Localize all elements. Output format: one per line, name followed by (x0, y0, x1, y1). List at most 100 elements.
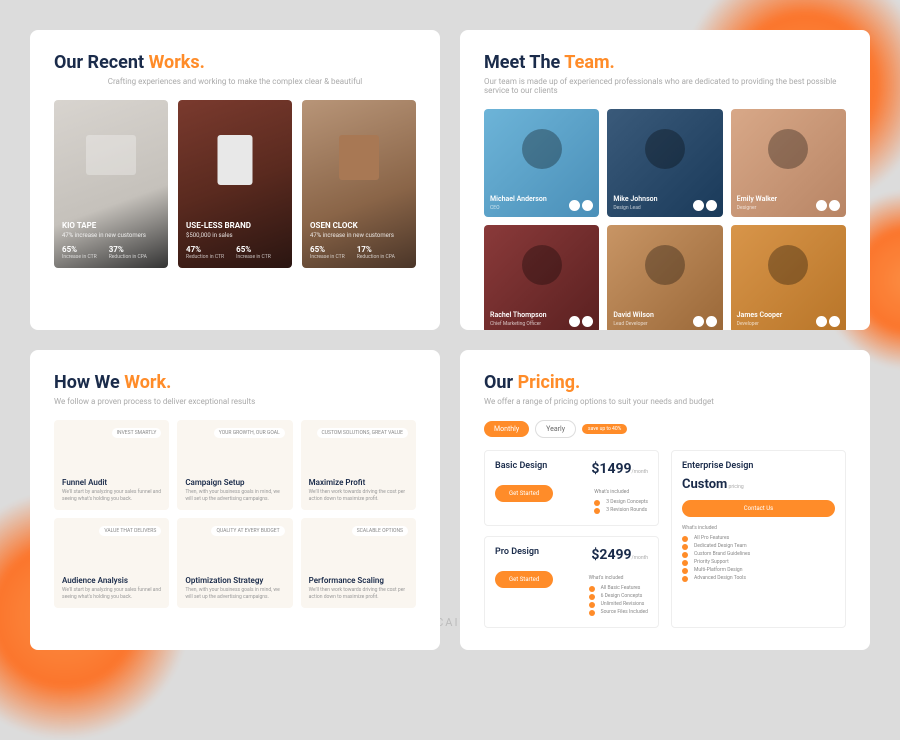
hww-desc: We'll then work towards driving the cost… (309, 489, 408, 502)
hww-desc: Then, with your business goals in mind, … (185, 587, 284, 600)
hww-tag: CUSTOM SOLUTIONS, GREAT VALUE (317, 428, 409, 438)
hww-desc: We'll start by analyzing your sales funn… (62, 587, 161, 600)
hww-card: QUALITY AT EVERY BUDGET Optimization Stra… (177, 518, 292, 608)
plan-basic: Basic Design $1499/month Get Started What… (484, 450, 659, 526)
social-icon[interactable] (706, 316, 717, 327)
hww-desc: We'll start by analyzing your sales funn… (62, 489, 161, 502)
hww-title: Optimization Strategy (185, 576, 284, 585)
plan-includes: What's included (594, 489, 648, 495)
team-member[interactable]: Emily WalkerDesigner (731, 109, 846, 217)
team-member[interactable]: Mike Johnson Design Lead (607, 109, 722, 217)
member-role: Lead Developer (613, 321, 654, 327)
social-icon[interactable] (816, 316, 827, 327)
contact-us-button[interactable]: Contact Us (682, 500, 835, 517)
plan-enterprise: Enterprise Design Custom pricing Contact… (671, 450, 846, 628)
team-member[interactable]: Michael AndersonCEO (484, 109, 599, 217)
plan-feature: All Basic Features (589, 585, 648, 591)
member-name: Michael Anderson (490, 195, 547, 203)
works-heading: Our Recent Works. (54, 52, 416, 73)
hww-card: SCALABLE OPTIONSPerformance ScalingWe'll… (301, 518, 416, 608)
hww-tag: SCALABLE OPTIONS (352, 526, 408, 536)
plan-feature: Custom Brand Guidelines (682, 551, 835, 557)
hww-tag: VALUE THAT DELIVERS (99, 526, 161, 536)
member-role: Chief Marketing Officer (490, 321, 547, 327)
hww-card: CUSTOM SOLUTIONS, GREAT VALUE Maximize Pr… (301, 420, 416, 510)
plan-feature: Priority Support (682, 559, 835, 565)
member-name: Emily Walker (737, 195, 777, 203)
social-icon[interactable] (582, 200, 593, 211)
hww-card: INVEST SMARTLY Funnel Audit We'll start by… (54, 420, 169, 510)
social-icon[interactable] (582, 316, 593, 327)
social-icon[interactable] (569, 200, 580, 211)
plan-feature: Multi-Platform Design (682, 567, 835, 573)
get-started-button[interactable]: Get Started (495, 485, 553, 502)
hww-tag: YOUR GROWTH, OUR GOAL (214, 428, 285, 438)
team-member[interactable]: David Wilson Lead Developer (607, 225, 722, 330)
social-icon[interactable] (829, 316, 840, 327)
team-member[interactable]: James CooperDeveloper (731, 225, 846, 330)
work-title: KIO TAPE (62, 221, 160, 230)
plan-name: Pro Design (495, 547, 539, 557)
toggle-monthly[interactable]: Monthly (484, 421, 529, 437)
team-heading: Meet The Team. (484, 52, 846, 73)
plan-feature: Dedicated Design Team (682, 543, 835, 549)
team-member[interactable]: Rachel Thompson Chief Marketing Officer (484, 225, 599, 330)
plan-includes: What's included (682, 525, 835, 531)
plan-feature: 6 Design Concepts (589, 593, 648, 599)
work-stat: 17%Reduction in CPA (357, 245, 395, 260)
get-started-button[interactable]: Get Started (495, 571, 553, 588)
toggle-yearly[interactable]: Yearly (535, 420, 576, 438)
hww-card: VALUE THAT DELIVERSAudience AnalysisWe'l… (54, 518, 169, 608)
work-stat: 37%Reduction in CPA (109, 245, 147, 260)
pricing-subtitle: We offer a range of pricing options to s… (484, 397, 846, 406)
team-panel: Meet The Team. Our team is made up of ex… (460, 30, 870, 330)
work-stat: 65%Increase in CTR (236, 245, 271, 260)
hww-desc: We'll then work towards driving the cost… (309, 587, 408, 600)
plan-feature: 3 Design Concepts (594, 499, 648, 505)
plan-feature: All Pro Features (682, 535, 835, 541)
plan-feature: Source Files Included (589, 609, 648, 615)
hww-desc: Then, with your business goals in mind, … (185, 489, 284, 502)
plan-name: Enterprise Design (682, 461, 835, 471)
member-name: David Wilson (613, 311, 654, 319)
social-icon[interactable] (693, 200, 704, 211)
plan-feature: Unlimited Revisions (589, 601, 648, 607)
pricing-heading: Our Pricing. (484, 372, 846, 393)
work-card[interactable]: KIO TAPE 47% increase in new customers 6… (54, 100, 168, 268)
hww-tag: INVEST SMARTLY (112, 428, 162, 438)
plan-name: Basic Design (495, 461, 547, 471)
team-subtitle: Our team is made up of experienced profe… (484, 77, 846, 95)
plan-includes: What's included (589, 575, 648, 581)
social-icon[interactable] (706, 200, 717, 211)
work-card[interactable]: USE-LESS BRAND $500,000 in sales 47%Redu… (178, 100, 292, 268)
work-title: OSEN CLOCK (310, 221, 408, 230)
work-stat: 47%Reduction in CTR (186, 245, 224, 260)
social-icon[interactable] (829, 200, 840, 211)
plan-price: $1499/month (591, 461, 648, 477)
hww-title: Campaign Setup (185, 478, 284, 487)
social-icon[interactable] (693, 316, 704, 327)
work-sub: $500,000 in sales (186, 232, 284, 239)
work-sub: 47% increase in new customers (310, 232, 408, 239)
plan-feature: 3 Revision Rounds (594, 507, 648, 513)
social-icon[interactable] (816, 200, 827, 211)
save-badge: save up to 40% (582, 424, 627, 434)
plan-feature: Advanced Design Tools (682, 575, 835, 581)
hww-title: Maximize Profit (309, 478, 408, 487)
works-subtitle: Crafting experiences and working to make… (54, 77, 416, 86)
howwework-panel: How We Work. We follow a proven process … (30, 350, 440, 650)
work-title: USE-LESS BRAND (186, 221, 284, 230)
work-card[interactable]: OSEN CLOCK 47% increase in new customers… (302, 100, 416, 268)
pricing-panel: Our Pricing. We offer a range of pricing… (460, 350, 870, 650)
plan-pro: Pro Design $2499/month Get Started What's… (484, 536, 659, 628)
member-name: James Cooper (737, 311, 783, 319)
social-icon[interactable] (569, 316, 580, 327)
hww-heading: How We Work. (54, 372, 416, 393)
hww-card: YOUR GROWTH, OUR GOAL Campaign Setup Then,… (177, 420, 292, 510)
hww-tag: QUALITY AT EVERY BUDGET (211, 526, 284, 536)
member-name: Rachel Thompson (490, 311, 547, 319)
member-role: Design Lead (613, 205, 657, 211)
hww-title: Funnel Audit (62, 478, 161, 487)
member-name: Mike Johnson (613, 195, 657, 203)
plan-price: $2499/month (591, 547, 648, 563)
